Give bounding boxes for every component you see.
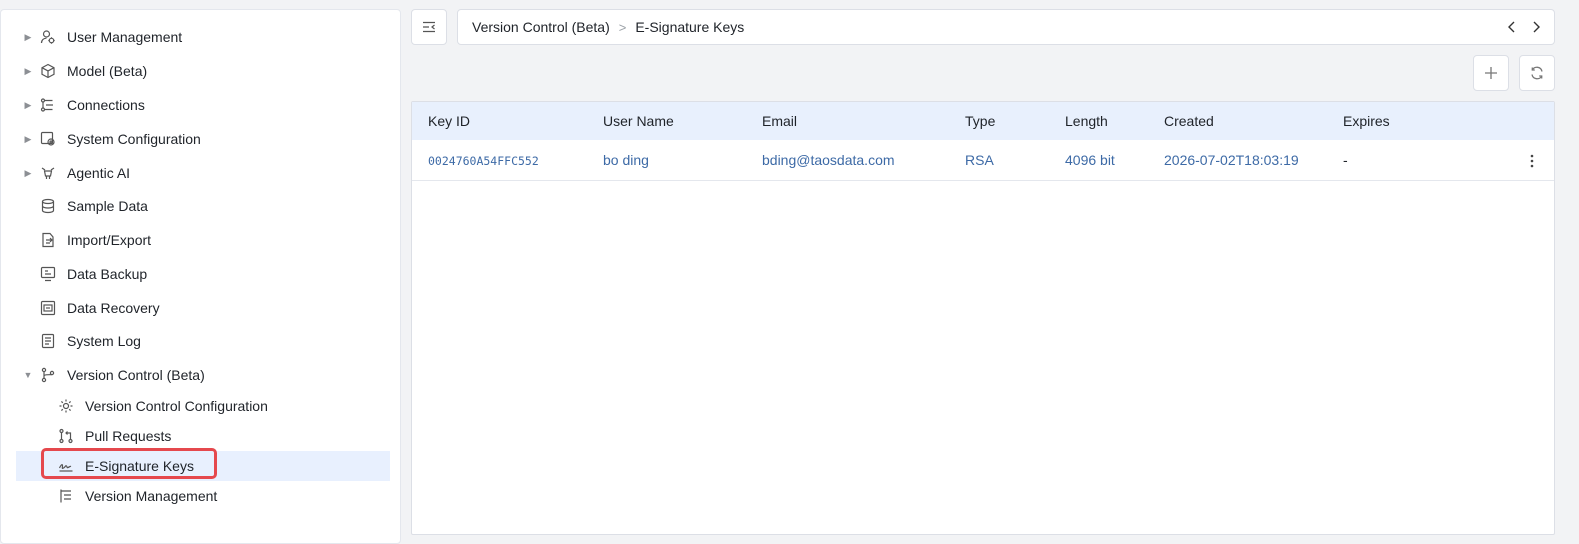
sidebar-item-label: Import/Export [67,232,152,248]
signature-icon [58,458,74,474]
sidebar-item-label: Data Recovery [67,300,160,316]
connections-icon [40,97,56,113]
version-control-icon [40,367,56,383]
expand-caret-icon[interactable]: ▶ [22,168,34,179]
sidebar-item-label: Data Backup [67,266,148,282]
column-header-user-name: User Name [603,113,674,129]
column-header-expires: Expires [1343,113,1390,129]
cell-type: RSA [965,152,994,168]
sidebar-item-version-control-configuration[interactable]: Version Control Configuration [16,391,390,421]
sidebar-item-label: Model (Beta) [67,63,148,79]
column-header-created: Created [1164,113,1214,129]
table-row[interactable]: 0024760A54FFC552 bo ding bding@taosdata.… [412,140,1554,181]
data-backup-icon [40,266,56,282]
table-header: Key ID User Name Email Type Length Creat… [412,102,1554,140]
cell-created: 2026-07-02T18:03:19 [1164,152,1299,168]
import-export-icon [40,232,56,248]
column-header-email: Email [762,113,798,129]
sidebar-item-label: Version Management [85,488,218,504]
sidebar-item-system-configuration[interactable]: ▶ System Configuration [16,124,390,154]
agentic-ai-icon [40,165,56,181]
sidebar-item-label: Version Control (Beta) [67,367,205,383]
system-log-icon [40,333,56,349]
sidebar-item-connections[interactable]: ▶ Connections [16,90,390,120]
sidebar-item-label: Agentic AI [67,165,131,181]
breadcrumb-parent[interactable]: Version Control (Beta) [472,19,610,35]
add-key-button[interactable] [1473,55,1509,91]
data-recovery-icon [40,300,56,316]
sidebar-item-e-signature-keys[interactable]: E-Signature Keys [16,451,390,481]
sidebar-item-model[interactable]: ▶ Model (Beta) [16,56,390,86]
cell-email: bding@taosdata.com [762,152,895,168]
system-config-icon [40,131,56,147]
sidebar-item-version-management[interactable]: Version Management [16,481,390,511]
gear-icon [58,398,74,414]
sidebar-item-sample-data[interactable]: Sample Data [16,191,390,221]
model-cube-icon [40,63,56,79]
pull-request-icon [58,428,74,444]
refresh-icon [1529,65,1545,81]
cell-key-id: 0024760A54FFC552 [428,154,539,168]
column-header-length: Length [1065,113,1108,129]
breadcrumb-separator-icon: > [618,19,627,35]
database-icon [40,198,56,214]
sidebar-item-user-management[interactable]: ▶ User Management [16,22,390,52]
sidebar-item-pull-requests[interactable]: Pull Requests [16,421,390,451]
sidebar-item-label: Pull Requests [85,428,172,444]
row-more-menu-icon[interactable] [1524,152,1540,170]
keys-table: Key ID User Name Email Type Length Creat… [411,101,1555,535]
breadcrumb: Version Control (Beta) > E-Signature Key… [457,9,1555,45]
collapse-caret-icon[interactable]: ▼ [22,370,34,380]
sidebar-item-data-backup[interactable]: Data Backup [16,259,390,289]
cell-user-name: bo ding [603,152,649,168]
sidebar-item-system-log[interactable]: System Log [16,326,390,356]
sidebar-item-label: System Configuration [67,131,201,147]
sidebar-item-label: Version Control Configuration [85,398,268,414]
cell-length: 4096 bit [1065,152,1115,168]
collapse-menu-icon [421,19,437,35]
expand-caret-icon[interactable]: ▶ [22,32,34,43]
sidebar-item-label: User Management [67,29,183,45]
sidebar-toggle-button[interactable] [411,9,447,45]
expand-caret-icon[interactable]: ▶ [22,66,34,77]
breadcrumb-current: E-Signature Keys [635,19,745,35]
column-header-type: Type [965,113,996,129]
sidebar-item-label: E-Signature Keys [85,458,194,474]
sidebar-item-data-recovery[interactable]: Data Recovery [16,293,390,323]
sidebar-item-label: System Log [67,333,141,349]
sidebar-item-import-export[interactable]: Import/Export [16,225,390,255]
expand-caret-icon[interactable]: ▶ [22,100,34,111]
history-arrows [1506,10,1542,44]
plus-icon [1483,65,1499,81]
forward-arrow-icon[interactable] [1530,20,1542,34]
back-arrow-icon[interactable] [1506,20,1518,34]
sidebar-item-label: Sample Data [67,198,148,214]
expand-caret-icon[interactable]: ▶ [22,134,34,145]
cell-expires: - [1343,152,1348,168]
column-header-key-id: Key ID [428,113,471,129]
version-list-icon [58,488,74,504]
sidebar-item-label: Connections [67,97,145,113]
refresh-button[interactable] [1519,55,1555,91]
sidebar-item-agentic-ai[interactable]: ▶ Agentic AI [16,158,390,188]
user-management-icon [40,29,56,45]
sidebar-item-version-control[interactable]: ▼ Version Control (Beta) [16,360,390,390]
